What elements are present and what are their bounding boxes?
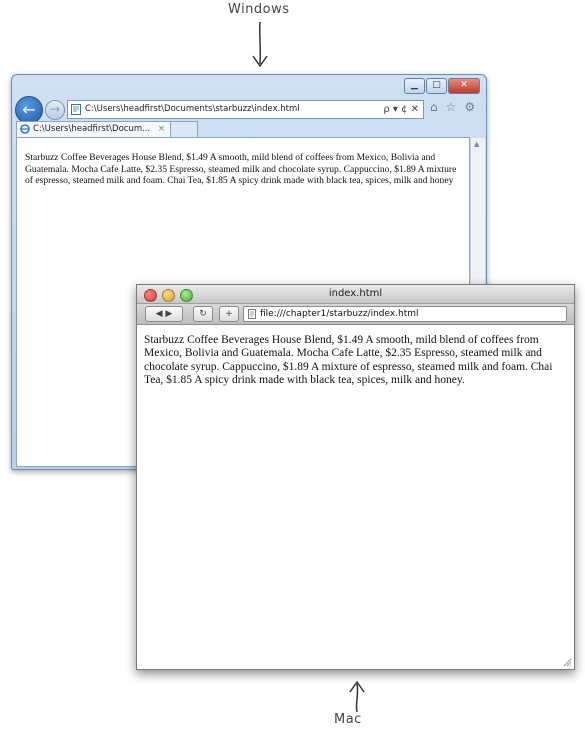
- add-bookmark-button[interactable]: +: [219, 306, 239, 322]
- page-text: Starbuzz Coffee Beverages House Blend, $…: [144, 334, 553, 387]
- page-icon: [71, 104, 81, 115]
- forward-icon: →: [49, 102, 61, 116]
- reload-icon: ↻: [199, 309, 207, 319]
- address-controls[interactable]: ρ ▾ ¢ ✕: [383, 101, 419, 118]
- down-arrow-icon: [252, 21, 268, 68]
- close-button[interactable]: ✕: [448, 78, 480, 94]
- home-icon[interactable]: ⌂: [430, 100, 438, 114]
- ie-icon: [20, 124, 30, 134]
- tab-close-icon[interactable]: ×: [158, 122, 165, 137]
- minimize-light-button[interactable]: [162, 289, 175, 302]
- back-forward-button[interactable]: ◀ ▶: [145, 306, 183, 322]
- star-icon[interactable]: ☆: [446, 100, 457, 114]
- mac-label: Mac: [334, 712, 362, 727]
- address-bar[interactable]: file:///chapter1/starbuzz/index.html: [243, 306, 567, 322]
- add-bookmark-icon: +: [225, 309, 233, 319]
- up-arrow-icon: [349, 680, 365, 713]
- maximize-button[interactable]: □: [426, 78, 447, 94]
- mac-browser-window: index.html ◀ ▶ ↻ + file:///chapter1/star…: [136, 284, 575, 670]
- window-caption-buttons: ▁ □ ✕: [404, 78, 480, 94]
- scroll-up-icon[interactable]: ▲: [474, 140, 479, 148]
- address-url: file:///chapter1/starbuzz/index.html: [260, 309, 419, 319]
- tab-title: C:\Users\headfirst\Docum...: [33, 124, 151, 134]
- address-url: C:\Users\headfirst\Documents\starbuzz\in…: [85, 104, 300, 114]
- gear-icon[interactable]: ⚙: [464, 100, 475, 114]
- toolbar-icons: ⌂ ☆ ⚙: [430, 100, 475, 114]
- close-light-button[interactable]: [144, 289, 157, 302]
- traffic-lights: [144, 289, 193, 302]
- address-bar[interactable]: C:\Users\headfirst\Documents\starbuzz\in…: [67, 100, 424, 119]
- new-tab-button[interactable]: [170, 121, 198, 137]
- page-text: Starbuzz Coffee Beverages House Blend, $…: [25, 152, 457, 186]
- back-button[interactable]: ←: [15, 96, 43, 124]
- zoom-light-button[interactable]: [180, 289, 193, 302]
- back-forward-icon: ◀ ▶: [155, 309, 173, 319]
- browser-tab[interactable]: C:\Users\headfirst\Docum... ×: [16, 121, 172, 137]
- reload-button[interactable]: ↻: [193, 306, 213, 322]
- window-title: index.html: [328, 288, 383, 299]
- forward-button[interactable]: →: [45, 100, 65, 120]
- page-icon: [248, 309, 256, 319]
- windows-label: Windows: [228, 2, 290, 17]
- title-bar: index.html: [137, 285, 574, 304]
- back-icon: ←: [22, 100, 36, 119]
- minimize-button[interactable]: ▁: [404, 78, 425, 94]
- resize-grip-icon[interactable]: [562, 657, 572, 667]
- toolbar: ◀ ▶ ↻ + file:///chapter1/starbuzz/index.…: [137, 304, 574, 325]
